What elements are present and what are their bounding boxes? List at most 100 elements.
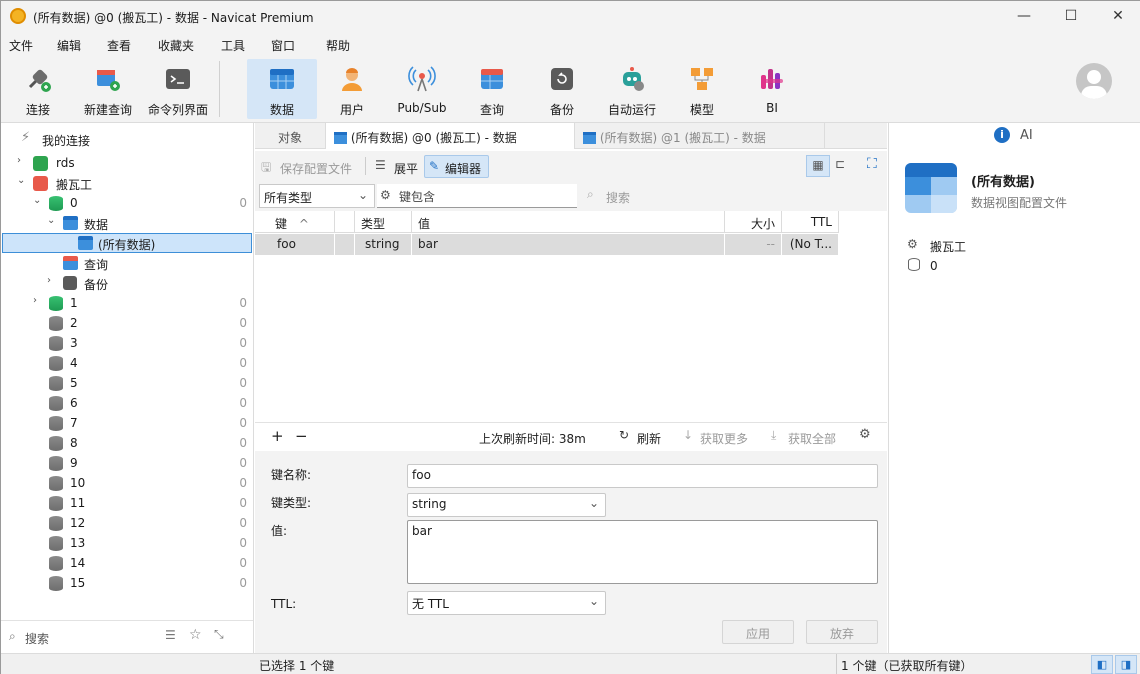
tree-node-backup[interactable]: › 备份 bbox=[1, 273, 253, 293]
tree-node-db[interactable]: 40 bbox=[1, 353, 253, 373]
menu-tools[interactable]: 工具 bbox=[221, 37, 245, 54]
tab-inactive-data[interactable]: (所有数据) @1 (搬瓦工) - 数据 bbox=[575, 123, 825, 149]
tree-node-server[interactable]: ⌄ 搬瓦工 bbox=[1, 173, 253, 193]
ai-tab[interactable]: AI bbox=[1020, 128, 1033, 143]
cell-spacer[interactable] bbox=[335, 234, 355, 255]
chevron-down-icon[interactable]: ⌄ bbox=[47, 215, 55, 226]
key-type-select[interactable]: string ⌄ bbox=[407, 493, 606, 517]
cli-button[interactable]: 命令列界面 bbox=[143, 59, 213, 119]
menu-favorites[interactable]: 收藏夹 bbox=[158, 37, 194, 54]
menu-file[interactable]: 文件 bbox=[9, 37, 33, 54]
right-panel-toggle-icon[interactable]: ◨ bbox=[1115, 655, 1137, 674]
chevron-right-icon[interactable]: › bbox=[17, 155, 21, 166]
tree-node-db[interactable]: 12 0 bbox=[1, 513, 253, 533]
chevron-right-icon[interactable]: › bbox=[47, 275, 51, 286]
grid-view-icon[interactable]: ▦ bbox=[806, 155, 830, 177]
add-key-button[interactable]: + bbox=[271, 427, 284, 445]
menu-view[interactable]: 查看 bbox=[107, 37, 131, 54]
tree-node-query[interactable]: 查询 bbox=[1, 253, 253, 273]
db-label: 7 bbox=[70, 416, 78, 430]
fetch-more-button[interactable]: 获取更多 bbox=[700, 430, 748, 447]
cell-value[interactable]: bar bbox=[412, 234, 725, 255]
column-header-ttl[interactable]: TTL bbox=[782, 211, 839, 233]
bi-button[interactable]: BI bbox=[737, 59, 807, 119]
menu-window[interactable]: 窗口 bbox=[271, 37, 295, 54]
column-header-size[interactable]: 大小 bbox=[725, 211, 782, 233]
cell-type[interactable]: string bbox=[355, 234, 412, 255]
cell-size[interactable]: -- bbox=[725, 234, 782, 255]
data-button[interactable]: 数据 bbox=[247, 59, 317, 119]
ttl-select[interactable]: 无 TTL ⌄ bbox=[407, 591, 606, 615]
menu-help[interactable]: 帮助 bbox=[326, 37, 350, 54]
tree-node-db[interactable]: 15 0 bbox=[1, 573, 253, 593]
chevron-down-icon[interactable]: ⌄ bbox=[33, 195, 41, 206]
column-header-type[interactable]: 类型 bbox=[355, 211, 412, 233]
db-label: 1 bbox=[70, 296, 78, 310]
refresh-button[interactable]: 刷新 bbox=[637, 430, 661, 447]
save-profile-button[interactable]: 保存配置文件 bbox=[280, 160, 352, 177]
automation-button[interactable]: 自动运行 bbox=[597, 59, 667, 119]
tree-node-db[interactable]: 50 bbox=[1, 373, 253, 393]
key-contains-field[interactable]: ⚙ 键包含 bbox=[377, 184, 577, 208]
key-name-field[interactable]: foo bbox=[407, 464, 878, 488]
new-query-button[interactable]: 新建查询 bbox=[73, 59, 143, 119]
gear-icon[interactable]: ⚙ bbox=[859, 427, 871, 442]
user-button[interactable]: 用户 bbox=[317, 59, 387, 119]
close-button[interactable]: ✕ bbox=[1095, 1, 1140, 31]
menu-bar: 文件 编辑 查看 收藏夹 工具 窗口 帮助 bbox=[1, 33, 1140, 57]
tab-objects[interactable]: 对象 bbox=[255, 123, 325, 149]
chevron-right-icon[interactable]: › bbox=[33, 295, 37, 306]
type-select[interactable]: 所有类型 ⌄ bbox=[259, 184, 375, 208]
pubsub-button[interactable]: Pub/Sub bbox=[387, 59, 457, 119]
tree-node-db[interactable]: 30 bbox=[1, 333, 253, 353]
tree-node-db-0[interactable]: ⌄ 0 0 bbox=[1, 193, 253, 213]
collapse-icon[interactable]: ⤡ bbox=[214, 627, 224, 642]
tree-node-db[interactable]: 60 bbox=[1, 393, 253, 413]
star-icon[interactable]: ☆ bbox=[189, 627, 202, 643]
fullscreen-icon[interactable]: ⛶ bbox=[867, 156, 877, 172]
apply-button[interactable]: 应用 bbox=[722, 620, 794, 644]
search-button[interactable]: 搜索 bbox=[606, 189, 630, 206]
tree-node-db[interactable]: 90 bbox=[1, 453, 253, 473]
cell-key[interactable]: foo bbox=[255, 234, 335, 255]
left-panel-toggle-icon[interactable]: ◧ bbox=[1091, 655, 1113, 674]
cell-ttl[interactable]: (No T... bbox=[782, 234, 839, 255]
model-button[interactable]: 模型 bbox=[667, 59, 737, 119]
backup-button[interactable]: 备份 bbox=[527, 59, 597, 119]
tree-search-input[interactable]: 搜索 bbox=[25, 630, 49, 647]
connect-button[interactable]: 连接 bbox=[3, 59, 73, 119]
fetch-all-button[interactable]: 获取全部 bbox=[788, 430, 836, 447]
tree-node-db[interactable]: 11 0 bbox=[1, 493, 253, 513]
tree-node-db[interactable]: 20 bbox=[1, 313, 253, 333]
tree-node-all-data[interactable]: (所有数据) bbox=[2, 233, 252, 253]
key-editor-form: 键名称: foo 键类型: string ⌄ 值: bar TTL: 无 TTL… bbox=[255, 451, 887, 653]
tree-node-db[interactable]: 70 bbox=[1, 413, 253, 433]
tree-node-db[interactable]: 14 0 bbox=[1, 553, 253, 573]
db-key-count: 0 bbox=[239, 496, 247, 510]
maximize-button[interactable]: ☐ bbox=[1048, 1, 1094, 31]
menu-edit[interactable]: 编辑 bbox=[57, 37, 81, 54]
chevron-down-icon[interactable]: ⌄ bbox=[17, 175, 25, 186]
avatar[interactable] bbox=[1076, 63, 1112, 99]
column-header-key[interactable]: 键 ^ bbox=[255, 211, 335, 233]
info-icon[interactable]: i bbox=[994, 127, 1010, 143]
tree-view-icon[interactable]: ⊏ bbox=[835, 157, 845, 171]
discard-button[interactable]: 放弃 bbox=[806, 620, 878, 644]
tab-active-data[interactable]: (所有数据) @0 (搬瓦工) - 数据 bbox=[325, 123, 575, 149]
remove-key-button[interactable]: − bbox=[295, 427, 308, 445]
column-header-value[interactable]: 值 bbox=[412, 211, 725, 233]
redis-connection-icon bbox=[33, 176, 48, 191]
tree-node-data[interactable]: ⌄ 数据 bbox=[1, 213, 253, 233]
tree-node-db[interactable]: › 1 0 bbox=[1, 293, 253, 313]
my-connections-header[interactable]: ⚡ 我的连接 bbox=[1, 129, 253, 149]
filter-icon[interactable]: ☰ bbox=[165, 628, 176, 642]
tree-node-rds[interactable]: › rds bbox=[1, 153, 253, 173]
tree-node-db[interactable]: 10 0 bbox=[1, 473, 253, 493]
tree-node-db[interactable]: 80 bbox=[1, 433, 253, 453]
editor-toggle[interactable]: ✎ 编辑器 bbox=[424, 155, 489, 178]
flat-button[interactable]: 展平 bbox=[394, 160, 418, 177]
minimize-button[interactable]: — bbox=[1001, 1, 1047, 31]
tree-node-db[interactable]: 13 0 bbox=[1, 533, 253, 553]
query-button[interactable]: 查询 bbox=[457, 59, 527, 119]
value-textarea[interactable]: bar bbox=[407, 520, 878, 584]
